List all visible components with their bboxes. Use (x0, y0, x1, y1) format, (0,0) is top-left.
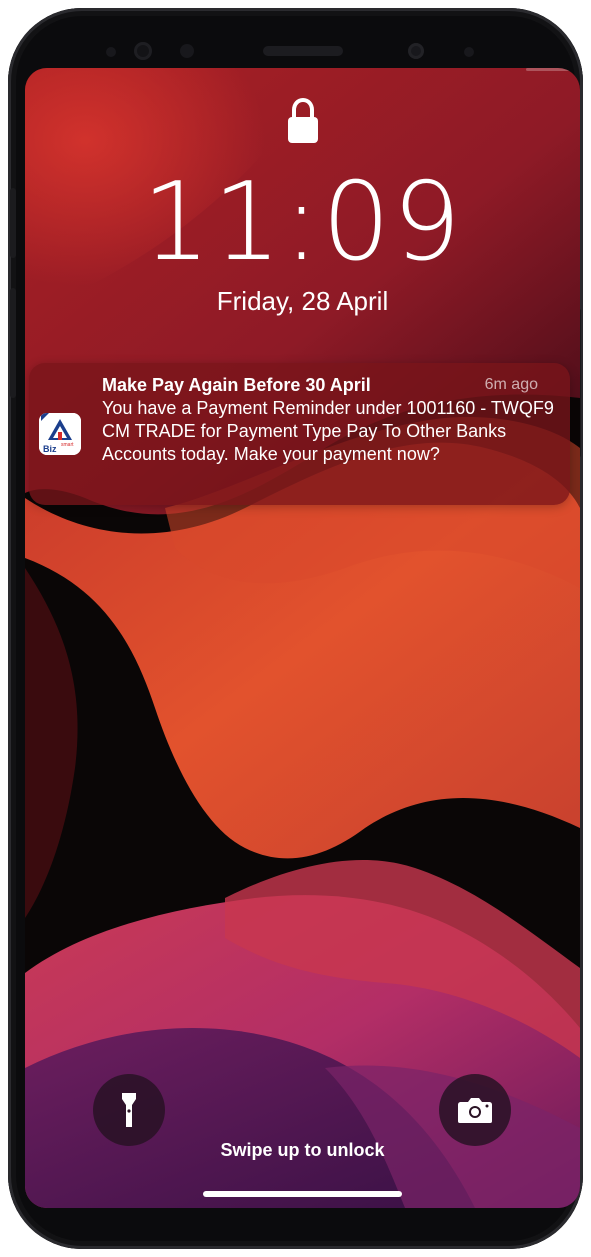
app-icon-sup: smart (61, 442, 74, 448)
lock-screen[interactable]: 11:09 Friday, 28 April Biz smart Make Pa… (25, 68, 580, 1208)
lock-icon (288, 98, 318, 143)
earpiece-speaker (263, 46, 343, 56)
home-indicator[interactable] (203, 1191, 402, 1197)
front-camera (134, 42, 152, 60)
mute-switch (10, 188, 16, 258)
clock-date: Friday, 28 April (216, 286, 389, 316)
sensor-dot (464, 47, 474, 57)
notification-body: You have a Payment Reminder under 100116… (102, 398, 554, 464)
biz-smart-app-icon: Biz smart (39, 413, 81, 455)
notification-card[interactable]: Biz smart Make Pay Again Before 30 April… (29, 363, 570, 505)
status-indicator-line (526, 68, 570, 71)
flashlight-icon (122, 1093, 136, 1127)
clock-time: 11:09 (141, 160, 464, 285)
volume-button (10, 288, 16, 398)
notification-timestamp: 6m ago (484, 376, 538, 393)
app-icon-label: Biz (43, 444, 57, 454)
camera-button[interactable] (439, 1074, 511, 1146)
camera-icon (458, 1098, 492, 1123)
sensor-dot (180, 44, 194, 58)
notification-title: Make Pay Again Before 30 April (102, 375, 371, 395)
swipe-up-hint: Swipe up to unlock (220, 1140, 385, 1160)
front-camera-secondary (408, 43, 424, 59)
sensor-dot (106, 47, 116, 57)
flashlight-button[interactable] (93, 1074, 165, 1146)
